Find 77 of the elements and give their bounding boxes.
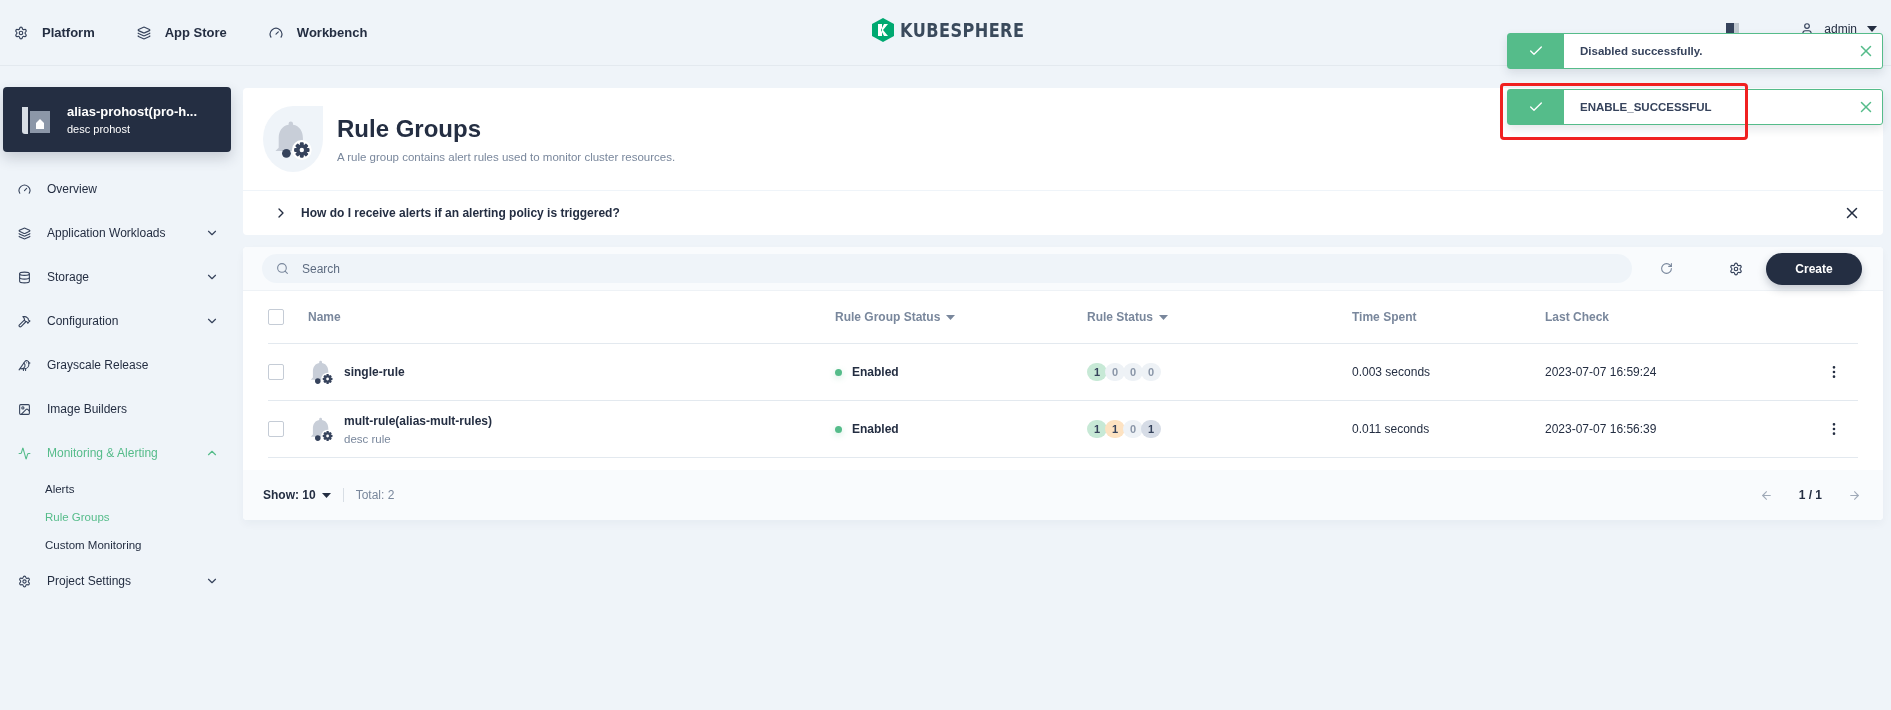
settings-icon: [18, 574, 31, 588]
project-name: alias-prohost(pro-h...: [67, 104, 197, 119]
rule-group-name[interactable]: mult-rule(alias-mult-rules): [344, 413, 493, 428]
sidebar-item[interactable]: Application Workloads: [3, 211, 231, 255]
time-spent: 0.011 seconds: [1352, 422, 1431, 436]
user-name[interactable]: admin: [1824, 22, 1857, 36]
next-page-icon[interactable]: [1848, 488, 1861, 502]
last-check: 2023-07-07 16:59:24: [1545, 365, 1658, 379]
sidebar-subitem[interactable]: Custom Monitoring: [3, 531, 231, 559]
page-number: 1 / 1: [1798, 488, 1822, 502]
sidebar-item[interactable]: Storage: [3, 255, 231, 299]
column-header[interactable]: Rule Status: [1087, 310, 1352, 324]
create-button[interactable]: Create: [1766, 252, 1862, 285]
project-icon: [21, 104, 51, 135]
sort-caret-icon: [946, 314, 956, 320]
time-spent: 0.003 seconds: [1352, 365, 1432, 379]
sidebar-item[interactable]: Configuration: [3, 299, 231, 343]
project-description: desc prohost: [67, 123, 131, 135]
layers-icon: [136, 25, 151, 40]
help-question: How do I receive alerts if an alerting policy is triggered?: [301, 206, 621, 220]
rule-group-description: desc rule: [344, 432, 392, 445]
nav-link[interactable]: Workbench: [268, 25, 368, 40]
previous-page-icon[interactable]: [1759, 488, 1773, 502]
sort-caret-icon: [1159, 314, 1168, 320]
user-icon[interactable]: [1800, 22, 1815, 36]
column-header: Last Check: [1545, 310, 1611, 324]
row-checkbox[interactable]: [268, 421, 284, 437]
settings-icon: [1729, 261, 1743, 276]
nav-link[interactable]: App Store: [136, 25, 227, 40]
bird-icon: [18, 358, 31, 372]
rule-count: 0: [1123, 420, 1143, 438]
column-header[interactable]: Rule Group Status: [835, 310, 1087, 324]
gauge-icon: [268, 25, 283, 40]
rule-count: 0: [1123, 363, 1143, 381]
sidebar-item[interactable]: Overview: [3, 167, 231, 211]
sidebar-item[interactable]: Project Settings: [3, 559, 231, 603]
sidebar-item[interactable]: Grayscale Release: [3, 343, 231, 387]
total-count: Total: 2: [355, 488, 396, 502]
last-check: 2023-07-07 16:56:39: [1545, 422, 1658, 436]
refresh-icon: [1659, 262, 1673, 275]
project-card[interactable]: alias-prohost(pro-h... desc prohost: [3, 87, 231, 152]
layers-icon: [18, 226, 31, 240]
toast-message: Disabled successfully.: [1579, 45, 1704, 57]
page-title: Rule Groups: [337, 115, 482, 143]
sidebar-item[interactable]: Image Builders: [3, 387, 231, 431]
page-size-select[interactable]: Show: 10: [263, 488, 331, 502]
row-checkbox[interactable]: [268, 364, 284, 380]
hammer-icon: [18, 314, 31, 328]
rule-count: 1: [1105, 420, 1125, 438]
logo-icon: [872, 18, 894, 42]
rule-count: 1: [1141, 420, 1161, 438]
sidebar-subitem[interactable]: Alerts: [3, 475, 231, 503]
activity-icon: [18, 446, 31, 460]
image-icon: [18, 402, 31, 416]
gauge-icon: [18, 182, 31, 196]
rule-group-name[interactable]: single-rule: [344, 365, 405, 379]
logo-text: KUBESPHERE: [900, 19, 1025, 41]
column-header: Name: [308, 310, 342, 324]
status-text: Enabled: [852, 365, 899, 379]
select-all-checkbox[interactable]: [268, 309, 284, 325]
bell-gear-icon: [308, 415, 336, 443]
rule-count: 0: [1141, 363, 1161, 381]
search-icon: [276, 262, 289, 275]
page-description: A rule group contains alert rules used to monitor cluster resources.: [337, 151, 676, 163]
help-bar[interactable]: How do I receive alerts if an alerting policy is triggered?: [243, 191, 1883, 235]
database-icon: [18, 270, 31, 284]
search-field[interactable]: Search: [262, 254, 1632, 283]
rule-count: 1: [1087, 420, 1107, 438]
bell-gear-icon: [308, 358, 336, 386]
nav-link[interactable]: Platform: [14, 25, 95, 40]
rule-count: 1: [1087, 363, 1107, 381]
status-text: Enabled: [852, 422, 899, 436]
caret-icon: [321, 492, 331, 498]
column-header: Time Spent: [1352, 310, 1418, 324]
toast-message: ENABLE_SUCCESSFUL: [1579, 101, 1713, 113]
settings-icon: [14, 25, 28, 40]
rule-count: 0: [1105, 363, 1125, 381]
